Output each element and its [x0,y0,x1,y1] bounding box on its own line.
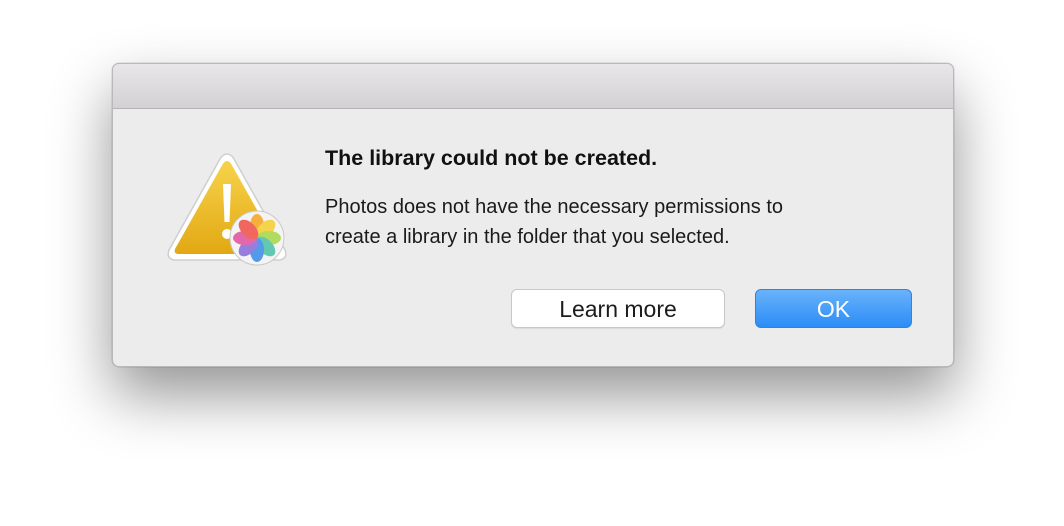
dialog-titlebar[interactable] [113,64,953,109]
learn-more-button[interactable]: Learn more [511,289,725,328]
alert-dialog: The library could not be created. Photos… [112,63,954,367]
dialog-message-line-2: create a library in the folder that you … [325,226,730,248]
dialog-message: Photos does not have the necessary permi… [325,192,925,252]
dialog-message-line-1: Photos does not have the necessary permi… [325,196,784,218]
ok-button[interactable]: OK [755,289,912,328]
dialog-title: The library could not be created. [325,146,658,170]
photos-app-icon [229,210,285,266]
